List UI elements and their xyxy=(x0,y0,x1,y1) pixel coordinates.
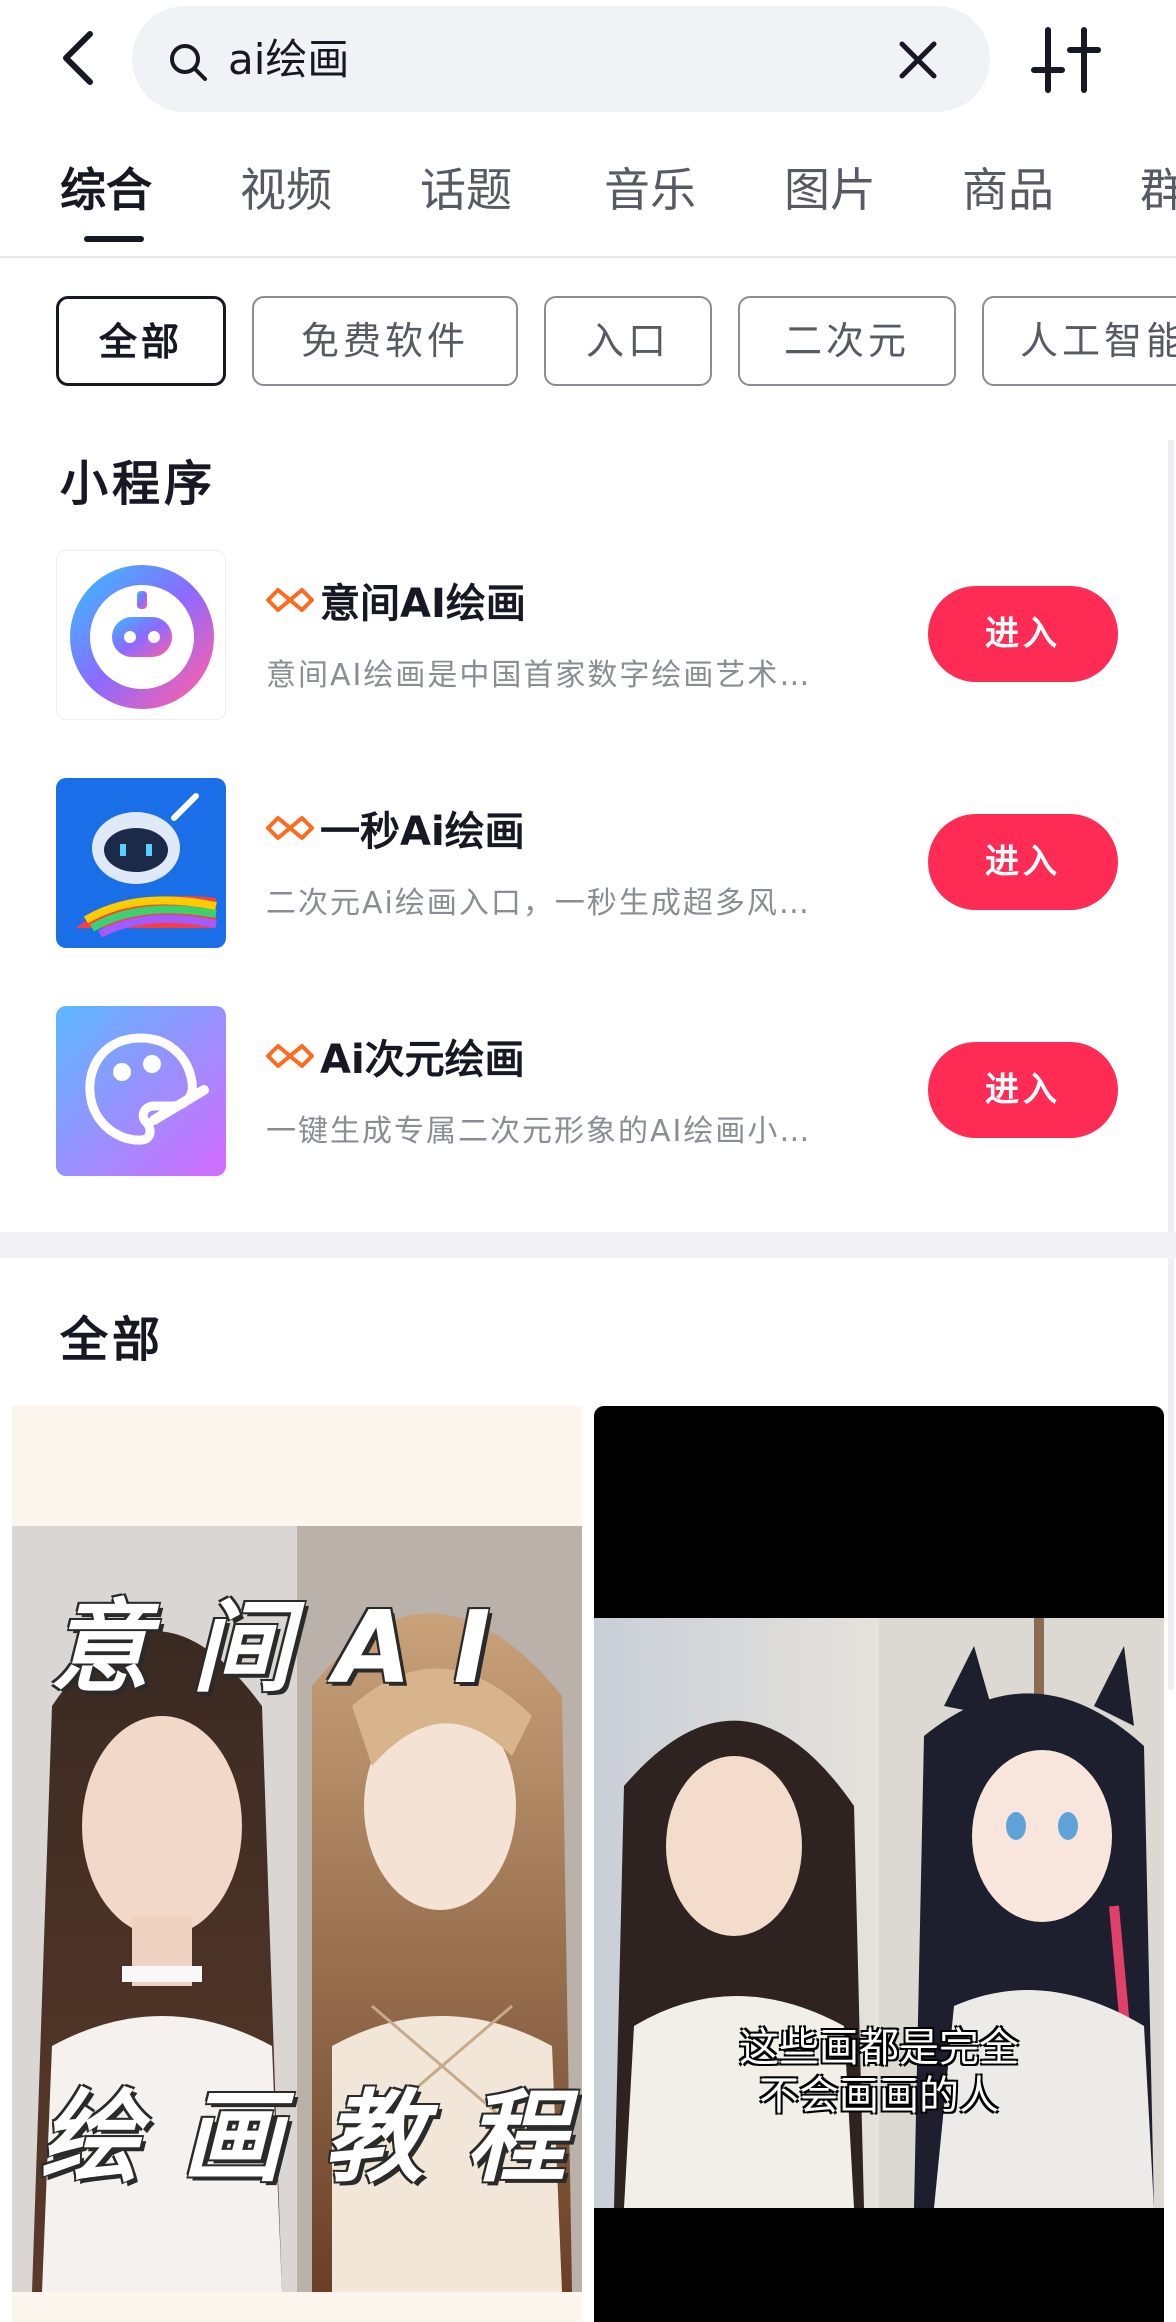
yijian-logo xyxy=(56,550,226,720)
video-overlay-subtitle: 绘画教程 xyxy=(40,2079,582,2196)
enter-button[interactable]: 进入 xyxy=(928,586,1118,682)
video-card[interactable]: 这些画都是完全 不会画画的人 xyxy=(594,1406,1164,2322)
chip-free-software[interactable]: 免费软件 xyxy=(252,296,518,386)
video-thumbnail xyxy=(594,1618,1164,2208)
tab-topic[interactable]: 话题 xyxy=(420,160,512,220)
tab-image[interactable]: 图片 xyxy=(784,160,876,220)
video-overlay-title: 意间AI xyxy=(50,1589,533,1706)
mini-program-icon xyxy=(266,588,314,612)
filter-sliders-icon xyxy=(1031,27,1101,93)
mini-program-name: 意间AI绘画 xyxy=(320,581,526,627)
ai-ciyuan-logo xyxy=(56,1006,226,1176)
tab-music[interactable]: 音乐 xyxy=(604,160,696,220)
mini-program-item[interactable]: 意间AI绘画 意间AI绘画是中国首家数字绘画艺术… 进入 xyxy=(0,550,1176,720)
section-divider xyxy=(0,1232,1176,1258)
mini-program-desc: 二次元Ai绘画入口，一秒生成超多风… xyxy=(266,886,811,921)
mini-program-icon xyxy=(266,1044,314,1068)
filter-button[interactable] xyxy=(1030,26,1102,94)
search-input[interactable]: ai绘画 xyxy=(132,6,990,112)
tab-video[interactable]: 视频 xyxy=(240,160,332,220)
all-section-title: 全部 xyxy=(60,1312,165,1368)
video-caption-line1: 这些画都是完全 xyxy=(739,2025,1019,2071)
active-tab-indicator xyxy=(84,236,144,242)
mini-program-name: 一秒Ai绘画 xyxy=(320,809,525,855)
mini-program-icon xyxy=(266,816,314,840)
back-button[interactable] xyxy=(46,26,110,90)
mini-programs-title: 小程序 xyxy=(60,456,217,512)
search-tabs: 综合 视频 话题 音乐 图片 商品 群 xyxy=(0,150,1176,258)
close-icon xyxy=(899,41,937,79)
video-card[interactable]: 意间AI 绘画教程 xyxy=(12,1406,582,2322)
yimiao-logo xyxy=(56,778,226,948)
chip-anime[interactable]: 二次元 xyxy=(738,296,956,386)
mini-program-desc: 意间AI绘画是中国首家数字绘画艺术… xyxy=(266,658,812,693)
mini-program-item[interactable]: Ai次元绘画 一键生成专属二次元形象的AI绘画小… 进入 xyxy=(0,1006,1176,1176)
chip-all[interactable]: 全部 xyxy=(56,296,226,386)
chip-entrance[interactable]: 入口 xyxy=(544,296,712,386)
tab-goods[interactable]: 商品 xyxy=(962,160,1054,220)
chip-ai[interactable]: 人工智能 xyxy=(982,296,1176,386)
mini-program-name: Ai次元绘画 xyxy=(320,1037,525,1083)
video-caption-line2: 不会画画的人 xyxy=(759,2073,999,2119)
tab-all[interactable]: 综合 xyxy=(60,160,152,220)
clear-button[interactable] xyxy=(890,32,946,88)
enter-button[interactable]: 进入 xyxy=(928,814,1118,910)
enter-button[interactable]: 进入 xyxy=(928,1042,1118,1138)
mini-program-item[interactable]: 一秒Ai绘画 二次元Ai绘画入口，一秒生成超多风… 进入 xyxy=(0,778,1176,948)
search-icon xyxy=(170,44,207,81)
mini-program-desc: 一键生成专属二次元形象的AI绘画小… xyxy=(266,1114,812,1149)
top-bar: ai绘画 xyxy=(0,0,1176,126)
search-query[interactable]: ai绘画 xyxy=(228,32,349,88)
filter-chips: 全部 免费软件 入口 二次元 人工智能 xyxy=(0,294,1176,390)
scrollbar[interactable] xyxy=(1168,440,1174,1690)
chevron-left-icon xyxy=(63,31,93,85)
tab-group[interactable]: 群 xyxy=(1140,160,1176,220)
